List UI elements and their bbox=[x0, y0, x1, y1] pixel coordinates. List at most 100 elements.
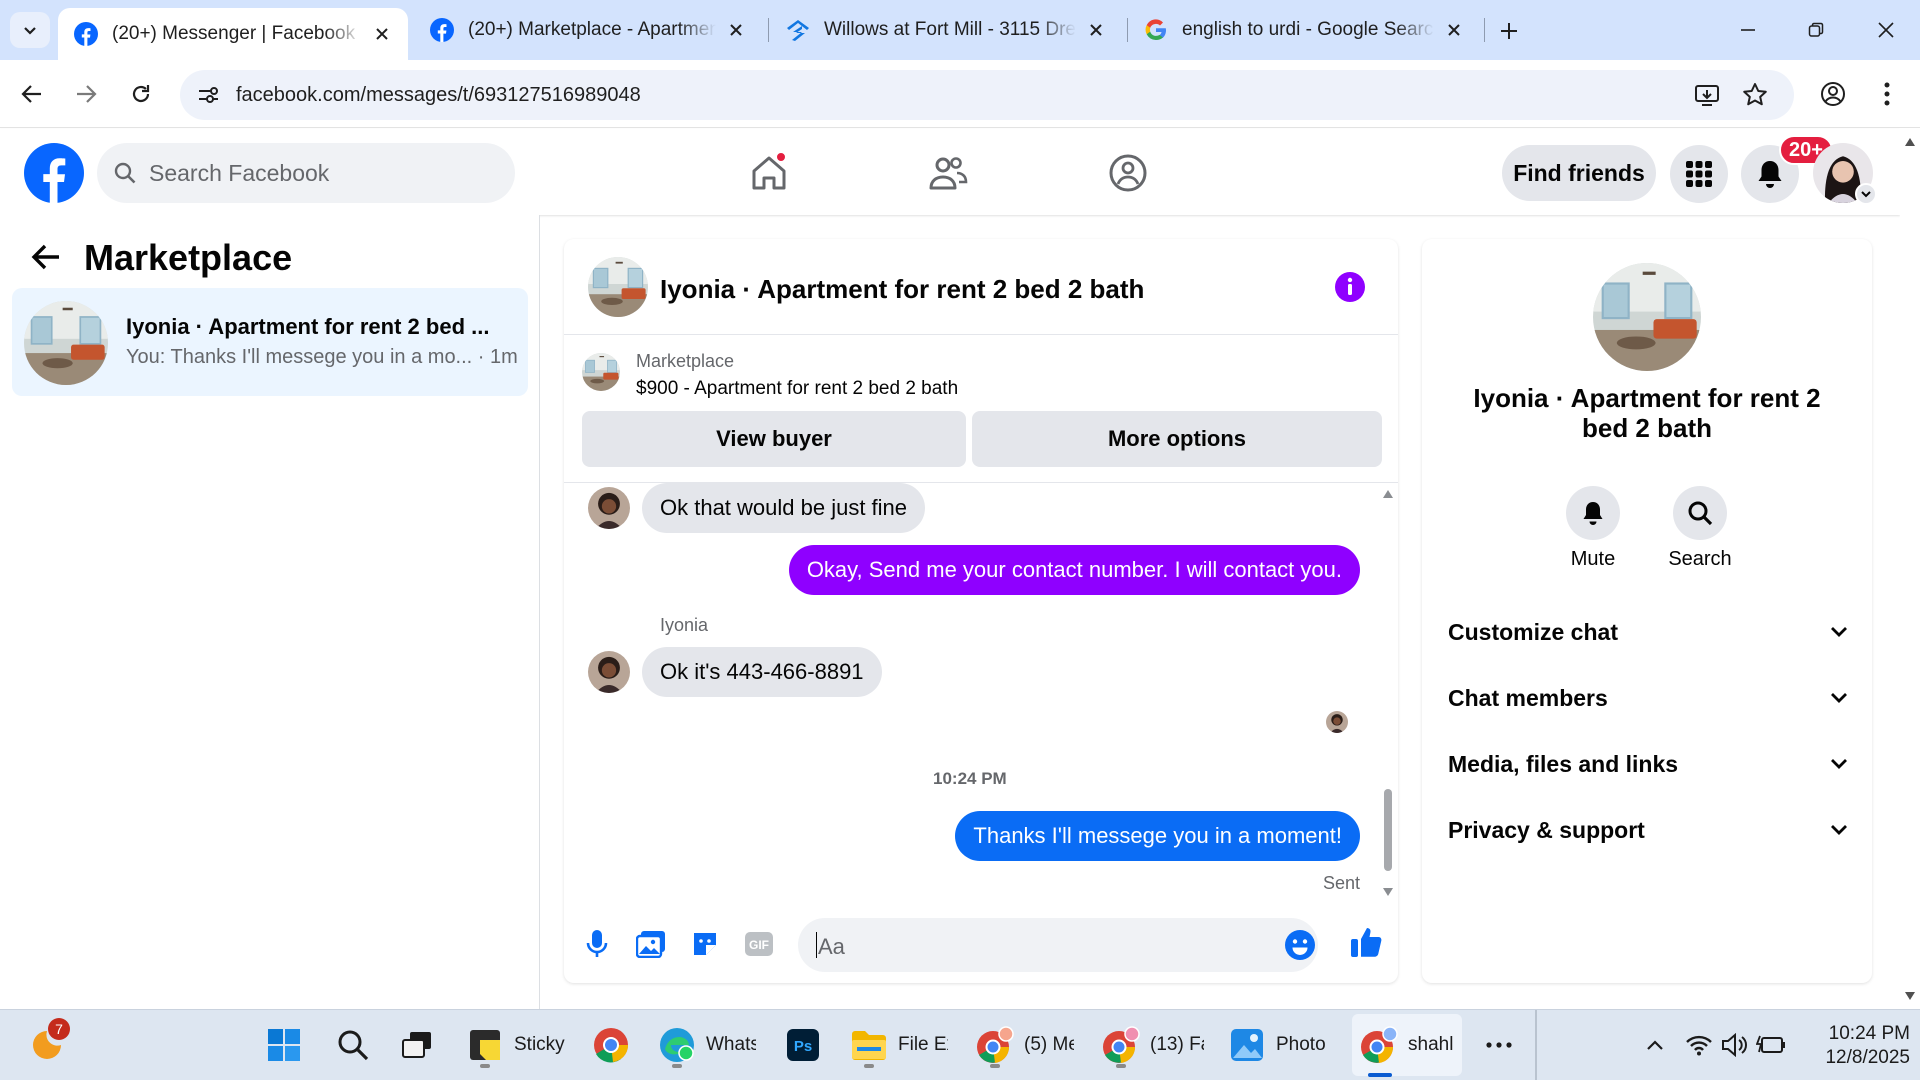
message-bubble[interactable]: Okay, Send me your contact number. I wil… bbox=[788, 545, 1360, 595]
close-icon[interactable] bbox=[1442, 18, 1466, 42]
tab-marketplace[interactable]: (20+) Marketplace - Apartment bbox=[414, 8, 762, 52]
scroll-down-icon[interactable] bbox=[1904, 991, 1916, 1001]
section-privacy-support[interactable]: Privacy & support bbox=[1448, 805, 1848, 855]
taskbar-app-photoshop[interactable]: Ps bbox=[784, 1020, 822, 1070]
reload-icon bbox=[132, 85, 150, 103]
facebook-icon bbox=[430, 18, 454, 42]
view-buyer-button[interactable]: View buyer bbox=[582, 411, 966, 467]
section-label: Customize chat bbox=[1448, 618, 1618, 645]
scroll-down-icon[interactable] bbox=[1382, 887, 1394, 897]
message-bubble[interactable]: Ok it's 443-466-8891 bbox=[642, 647, 882, 697]
sender-avatar bbox=[588, 651, 630, 693]
restore-button[interactable] bbox=[1788, 10, 1844, 50]
taskbar-app-whatsapp[interactable]: Whats bbox=[658, 1020, 756, 1070]
message-status: Sent bbox=[1322, 873, 1360, 893]
taskbar-app-chrome-active[interactable]: shahl bbox=[1360, 1020, 1456, 1070]
close-window-button[interactable] bbox=[1858, 10, 1914, 50]
start-button[interactable] bbox=[265, 1020, 303, 1070]
taskbar-app-file-explorer[interactable]: File Ex bbox=[850, 1020, 948, 1070]
photo-icon[interactable] bbox=[634, 927, 668, 961]
forward-button[interactable] bbox=[66, 74, 106, 114]
url-text[interactable]: facebook.com/messages/t/693127516989048 bbox=[236, 84, 641, 107]
taskbar-search-button[interactable] bbox=[334, 1020, 372, 1070]
page-scrollbar[interactable] bbox=[1900, 129, 1920, 1009]
scroll-up-icon[interactable] bbox=[1382, 489, 1394, 499]
tab-zillow[interactable]: Willows at Fort Mill - 3115 Drew bbox=[770, 8, 1122, 52]
chevron-down-icon bbox=[24, 27, 36, 35]
gif-icon[interactable]: GIF bbox=[742, 927, 776, 961]
conversation-item[interactable]: Iyonia · Apartment for rent 2 bed ... Yo… bbox=[12, 288, 528, 396]
arrow-left-icon bbox=[21, 85, 41, 103]
more-options-button[interactable]: More options bbox=[972, 411, 1382, 467]
taskbar-clock[interactable]: 10:24 PM 12/8/2025 bbox=[1800, 1022, 1910, 1070]
new-tab-button[interactable] bbox=[1492, 14, 1526, 48]
battery-button[interactable] bbox=[1752, 1020, 1790, 1070]
chat-title[interactable]: Iyonia · Apartment for rent 2 bed 2 bath bbox=[660, 274, 1144, 305]
show-hidden-icons-button[interactable] bbox=[1636, 1020, 1674, 1070]
find-friends-button[interactable]: Find friends bbox=[1502, 145, 1656, 201]
close-icon[interactable] bbox=[724, 18, 748, 42]
tab-google[interactable]: english to urdi - Google Search bbox=[1128, 8, 1480, 52]
app-running-indicator bbox=[990, 1064, 1000, 1068]
browser-menu-button[interactable] bbox=[1867, 74, 1907, 114]
scroll-up-icon[interactable] bbox=[1904, 137, 1916, 147]
message-composer: GIF Aa bbox=[564, 905, 1398, 983]
section-customize-chat[interactable]: Customize chat bbox=[1448, 607, 1848, 657]
facebook-logo[interactable] bbox=[24, 143, 84, 203]
app-label: Sticky bbox=[514, 1034, 565, 1055]
minimize-button[interactable] bbox=[1720, 10, 1776, 50]
message-bubble[interactable]: Thanks I'll messege you in a moment! bbox=[955, 811, 1360, 861]
microphone-icon[interactable] bbox=[580, 927, 614, 961]
nav-friends[interactable] bbox=[922, 147, 974, 199]
facebook-header: Search Facebook Find friends 20+ bbox=[0, 129, 1900, 215]
chat-avatar[interactable] bbox=[588, 257, 648, 317]
nav-groups[interactable] bbox=[1102, 147, 1154, 199]
scroll-thumb[interactable] bbox=[1384, 789, 1392, 871]
widgets-button[interactable]: 7 bbox=[28, 1018, 70, 1070]
close-icon[interactable] bbox=[1084, 18, 1108, 42]
site-info-icon[interactable] bbox=[192, 79, 224, 111]
menu-button[interactable] bbox=[1670, 145, 1728, 203]
grid-menu-icon bbox=[1686, 161, 1712, 187]
more-apps-button[interactable] bbox=[1480, 1020, 1518, 1070]
emoji-icon[interactable] bbox=[1284, 929, 1316, 961]
chat-scrollbar[interactable] bbox=[1378, 483, 1398, 905]
bookmark-star-icon[interactable] bbox=[1740, 80, 1770, 110]
listing-title[interactable]: $900 - Apartment for rent 2 bed 2 bath bbox=[636, 378, 958, 400]
taskbar-app-chrome[interactable] bbox=[592, 1020, 630, 1070]
profile-button[interactable] bbox=[1813, 74, 1853, 114]
facebook-search-input[interactable]: Search Facebook bbox=[97, 143, 515, 203]
taskbar-app-sticky[interactable]: Sticky bbox=[466, 1020, 572, 1070]
message-bubble[interactable]: Ok that would be just fine bbox=[642, 483, 926, 533]
tab-search-button[interactable] bbox=[10, 12, 50, 48]
mute-button[interactable]: Mute bbox=[1553, 486, 1633, 571]
section-chat-members[interactable]: Chat members bbox=[1448, 673, 1848, 723]
message-timestamp: 10:24 PM bbox=[933, 769, 1007, 788]
search-in-conversation-button[interactable]: Search bbox=[1660, 486, 1740, 571]
taskbar-app-chrome-messenger[interactable]: (5) Me bbox=[976, 1020, 1074, 1070]
install-app-icon[interactable] bbox=[1692, 80, 1722, 110]
restore-icon bbox=[1808, 22, 1824, 37]
message-placeholder: Aa bbox=[818, 934, 845, 959]
back-button[interactable] bbox=[12, 74, 52, 114]
reload-button[interactable] bbox=[121, 74, 161, 114]
volume-button[interactable] bbox=[1716, 1020, 1754, 1070]
task-view-button[interactable] bbox=[398, 1020, 436, 1070]
app-label: Photo bbox=[1276, 1034, 1326, 1055]
svg-text:Ps: Ps bbox=[794, 1038, 812, 1055]
chevron-down-icon[interactable] bbox=[1855, 183, 1877, 205]
address-bar[interactable]: facebook.com/messages/t/693127516989048 bbox=[180, 70, 1794, 120]
message-input[interactable]: Aa bbox=[798, 918, 1318, 972]
like-icon[interactable] bbox=[1350, 925, 1384, 959]
back-button[interactable] bbox=[26, 237, 66, 277]
tab-messenger[interactable]: (20+) Messenger | Facebook bbox=[58, 8, 408, 60]
info-icon[interactable] bbox=[1334, 271, 1366, 303]
taskbar-app-photos[interactable]: Photo bbox=[1228, 1020, 1330, 1070]
sticker-icon[interactable] bbox=[688, 927, 722, 961]
close-icon[interactable] bbox=[370, 22, 394, 46]
conversation-avatar[interactable] bbox=[1593, 263, 1701, 371]
network-button[interactable] bbox=[1680, 1020, 1718, 1070]
taskbar-app-chrome-facebook[interactable]: (13) Fa bbox=[1102, 1020, 1204, 1070]
nav-home[interactable] bbox=[743, 147, 795, 199]
section-media-files-links[interactable]: Media, files and links bbox=[1448, 739, 1848, 789]
